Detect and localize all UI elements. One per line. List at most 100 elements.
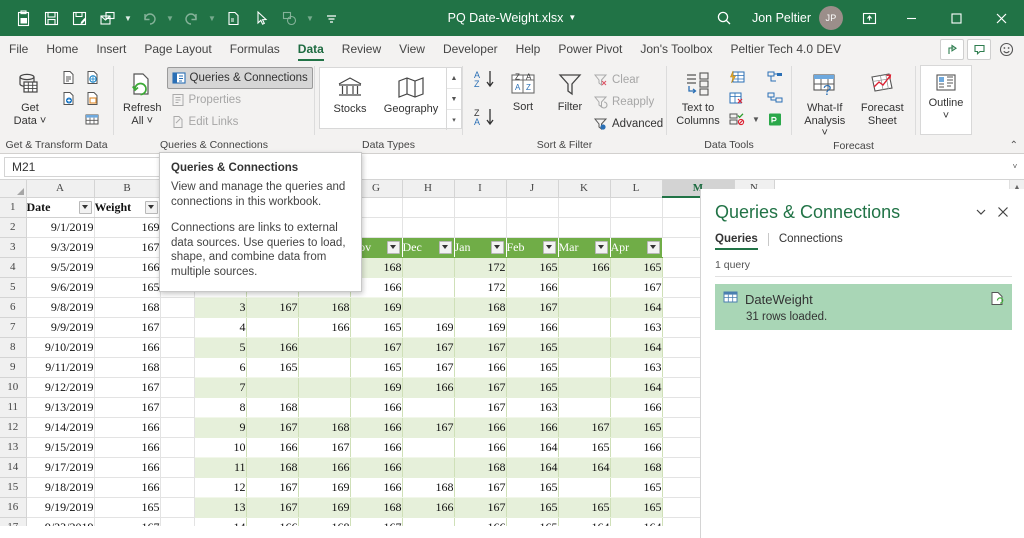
cell-K1[interactable] bbox=[558, 197, 611, 218]
cell-J16[interactable]: 165 bbox=[506, 497, 559, 518]
select-all-corner[interactable] bbox=[0, 180, 27, 198]
cell-G12[interactable]: 166 bbox=[350, 417, 403, 438]
cell-J11[interactable]: 163 bbox=[506, 397, 559, 418]
cell-H14[interactable] bbox=[402, 457, 455, 478]
cell-J12[interactable]: 166 bbox=[506, 417, 559, 438]
cell-E8[interactable]: 166 bbox=[246, 337, 299, 358]
cell-I5[interactable]: 172 bbox=[454, 277, 507, 298]
undo-caret-icon[interactable]: ▼ bbox=[164, 5, 176, 31]
cell-H2[interactable] bbox=[402, 217, 455, 238]
search-icon[interactable] bbox=[702, 0, 748, 36]
cell-E10[interactable] bbox=[246, 377, 299, 398]
text-to-columns-button[interactable]: Text to Columns bbox=[671, 65, 725, 127]
comments-icon[interactable] bbox=[967, 38, 991, 60]
cell-F11[interactable] bbox=[298, 397, 351, 418]
row-header-4[interactable]: 4 bbox=[0, 257, 27, 278]
cell-H15[interactable]: 168 bbox=[402, 477, 455, 498]
shapes-icon[interactable] bbox=[276, 5, 302, 31]
cell-H6[interactable] bbox=[402, 297, 455, 318]
cell-B9[interactable]: 168 bbox=[94, 357, 161, 378]
cell-I7[interactable]: 169 bbox=[454, 317, 507, 338]
pane-tab-connections[interactable]: Connections bbox=[779, 233, 853, 250]
cell-C14[interactable] bbox=[160, 457, 195, 478]
cell-A4[interactable]: 9/5/2019 bbox=[26, 257, 95, 278]
tab-insert[interactable]: Insert bbox=[87, 37, 135, 62]
cell-J3[interactable]: Feb bbox=[506, 237, 559, 258]
filter-dropdown-icon[interactable] bbox=[646, 240, 660, 254]
shapes-caret-icon[interactable]: ▼ bbox=[304, 5, 316, 31]
cell-D16[interactable]: 13 bbox=[194, 497, 247, 518]
cell-K13[interactable]: 165 bbox=[558, 437, 611, 458]
cell-I9[interactable]: 166 bbox=[454, 357, 507, 378]
cell-K12[interactable]: 167 bbox=[558, 417, 611, 438]
cell-J7[interactable]: 166 bbox=[506, 317, 559, 338]
row-header-16[interactable]: 16 bbox=[0, 497, 27, 518]
tab-page-layout[interactable]: Page Layout bbox=[135, 37, 220, 62]
cell-A3[interactable]: 9/3/2019 bbox=[26, 237, 95, 258]
cell-F15[interactable]: 169 bbox=[298, 477, 351, 498]
cell-J5[interactable]: 166 bbox=[506, 277, 559, 298]
filter-dropdown-icon[interactable] bbox=[386, 240, 400, 254]
cell-H13[interactable] bbox=[402, 437, 455, 458]
cell-D12[interactable]: 9 bbox=[194, 417, 247, 438]
cell-L11[interactable]: 166 bbox=[610, 397, 663, 418]
cell-E16[interactable]: 167 bbox=[246, 497, 299, 518]
cell-D6[interactable]: 3 bbox=[194, 297, 247, 318]
row-header-17[interactable]: 17 bbox=[0, 517, 27, 526]
cell-I3[interactable]: Jan bbox=[454, 237, 507, 258]
cell-H16[interactable]: 166 bbox=[402, 497, 455, 518]
tab-home[interactable]: Home bbox=[37, 37, 87, 62]
cell-K17[interactable]: 164 bbox=[558, 517, 611, 526]
cell-B15[interactable]: 166 bbox=[94, 477, 161, 498]
share-icon[interactable] bbox=[940, 38, 964, 60]
cell-I8[interactable]: 167 bbox=[454, 337, 507, 358]
cell-K7[interactable] bbox=[558, 317, 611, 338]
row-header-15[interactable]: 15 bbox=[0, 477, 27, 498]
cell-F14[interactable]: 166 bbox=[298, 457, 351, 478]
cell-B2[interactable]: 169 bbox=[94, 217, 161, 238]
cell-B16[interactable]: 165 bbox=[94, 497, 161, 518]
advanced-filter-button[interactable]: Advanced bbox=[589, 113, 667, 135]
cell-L2[interactable] bbox=[610, 217, 663, 238]
document-title[interactable]: PQ Date-Weight.xlsx bbox=[448, 11, 564, 25]
cell-B8[interactable]: 166 bbox=[94, 337, 161, 358]
cell-D10[interactable]: 7 bbox=[194, 377, 247, 398]
cell-L3[interactable]: Apr bbox=[610, 237, 663, 258]
cell-F10[interactable] bbox=[298, 377, 351, 398]
col-header-A[interactable]: A bbox=[26, 180, 95, 198]
cell-A17[interactable]: 9/23/2019 bbox=[26, 517, 95, 526]
chevron-down-icon[interactable] bbox=[970, 201, 992, 223]
cell-C16[interactable] bbox=[160, 497, 195, 518]
cell-A16[interactable]: 9/19/2019 bbox=[26, 497, 95, 518]
cell-G6[interactable]: 169 bbox=[350, 297, 403, 318]
cell-D15[interactable]: 12 bbox=[194, 477, 247, 498]
cell-E15[interactable]: 167 bbox=[246, 477, 299, 498]
tab-formulas[interactable]: Formulas bbox=[221, 37, 289, 62]
cell-I12[interactable]: 166 bbox=[454, 417, 507, 438]
cell-K4[interactable]: 166 bbox=[558, 257, 611, 278]
row-header-1[interactable]: 1 bbox=[0, 197, 27, 218]
cell-L4[interactable]: 165 bbox=[610, 257, 663, 278]
cell-D9[interactable]: 6 bbox=[194, 357, 247, 378]
cell-B4[interactable]: 166 bbox=[94, 257, 161, 278]
refresh-preview-icon[interactable] bbox=[990, 291, 1004, 311]
tab-jons-toolbox[interactable]: Jon's Toolbox bbox=[631, 37, 721, 62]
row-header-5[interactable]: 5 bbox=[0, 277, 27, 298]
cell-H8[interactable]: 167 bbox=[402, 337, 455, 358]
pane-tab-queries[interactable]: Queries bbox=[715, 233, 768, 250]
cell-B7[interactable]: 167 bbox=[94, 317, 161, 338]
cell-K15[interactable] bbox=[558, 477, 611, 498]
cell-B17[interactable]: 167 bbox=[94, 517, 161, 526]
select-pointer-icon[interactable] bbox=[248, 5, 274, 31]
row-header-10[interactable]: 10 bbox=[0, 377, 27, 398]
cell-B5[interactable]: 165 bbox=[94, 277, 161, 298]
undo-icon[interactable] bbox=[136, 5, 162, 31]
manage-data-model-icon[interactable] bbox=[763, 91, 787, 106]
cell-I4[interactable]: 172 bbox=[454, 257, 507, 278]
redo-caret-icon[interactable]: ▼ bbox=[206, 5, 218, 31]
cell-F16[interactable]: 169 bbox=[298, 497, 351, 518]
tab-file[interactable]: File bbox=[0, 37, 37, 62]
tab-data[interactable]: Data bbox=[289, 37, 333, 62]
from-web-icon[interactable] bbox=[80, 67, 104, 88]
cell-D8[interactable]: 5 bbox=[194, 337, 247, 358]
